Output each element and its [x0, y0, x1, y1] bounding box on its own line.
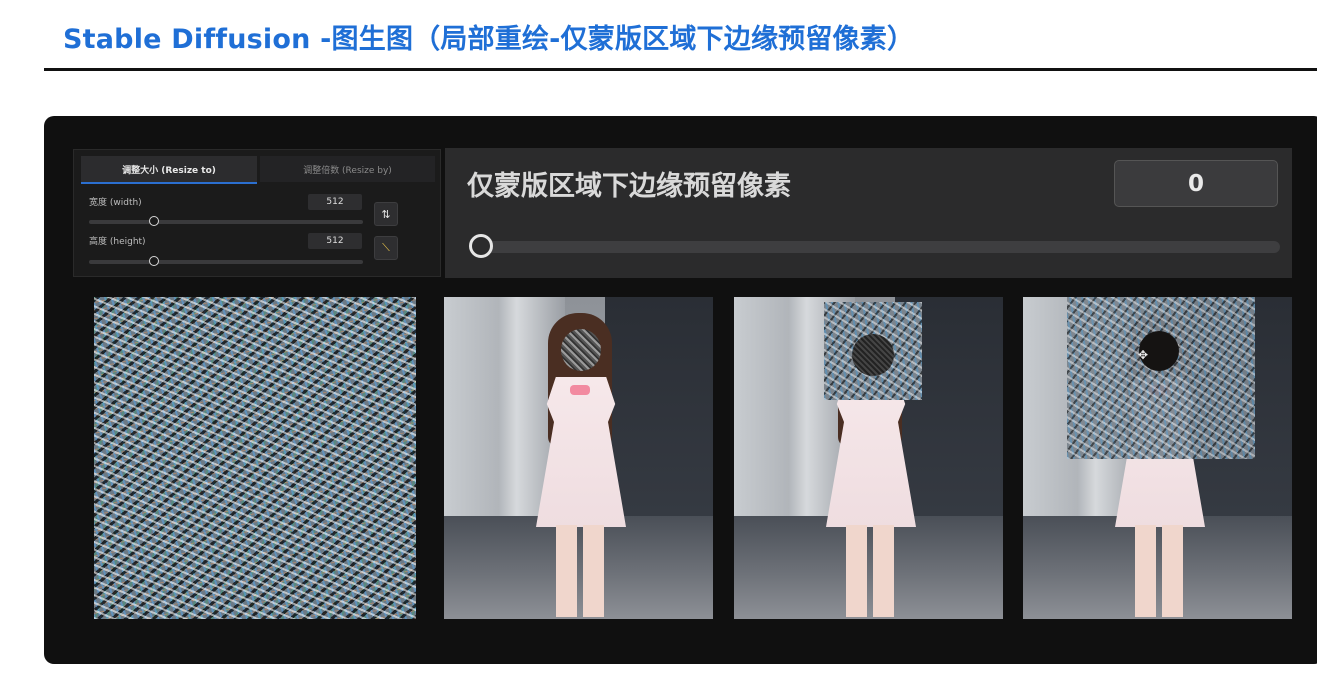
ruler-icon: ⟍	[382, 241, 390, 254]
swap-dimensions-button[interactable]: ⇅	[374, 202, 398, 226]
mask-padding-label: 仅蒙版区域下边缘预留像素	[467, 171, 791, 202]
width-input[interactable]: 512	[308, 194, 362, 210]
slide-title: Stable Diffusion -图生图（局部重绘-仅蒙版区域下边缘预留像素）	[63, 24, 915, 55]
height-label: 高度 (height)	[89, 237, 146, 247]
height-input[interactable]: 512	[308, 233, 362, 249]
resize-controls: 调整大小 (Resize to) 调整倍数 (Resize by) 宽度 (wi…	[73, 149, 441, 277]
ruler-button[interactable]: ⟍	[374, 236, 398, 260]
width-label: 宽度 (width)	[89, 198, 142, 208]
mask-padding-control: 仅蒙版区域下边缘预留像素 0	[445, 148, 1292, 278]
height-slider-handle[interactable]	[149, 256, 159, 266]
title-divider	[44, 68, 1317, 71]
width-slider-track[interactable]	[89, 220, 363, 224]
mask-noise-patch	[1067, 297, 1255, 459]
tab-resize-by[interactable]: 调整倍数 (Resize by)	[260, 156, 435, 182]
inpaint-source-image	[444, 297, 713, 619]
mask-padding-slider-track[interactable]	[475, 241, 1280, 253]
webui-screenshot-panel: 调整大小 (Resize to) 调整倍数 (Resize by) 宽度 (wi…	[44, 116, 1317, 664]
mask-padding-slider-handle[interactable]	[469, 234, 493, 258]
noise-image	[94, 297, 416, 619]
width-slider-handle[interactable]	[149, 216, 159, 226]
height-slider-track[interactable]	[89, 260, 363, 264]
expanded-mask-image	[1023, 297, 1292, 619]
tab-resize-to[interactable]: 调整大小 (Resize to)	[81, 156, 257, 184]
mouse-cursor-icon: ✥	[1138, 348, 1149, 362]
swap-icon: ⇅	[381, 207, 391, 221]
obscured-face	[561, 329, 601, 371]
mask-noise-patch	[824, 302, 922, 400]
mask-padding-input[interactable]: 0	[1114, 160, 1278, 207]
masked-crop-image	[734, 297, 1003, 619]
